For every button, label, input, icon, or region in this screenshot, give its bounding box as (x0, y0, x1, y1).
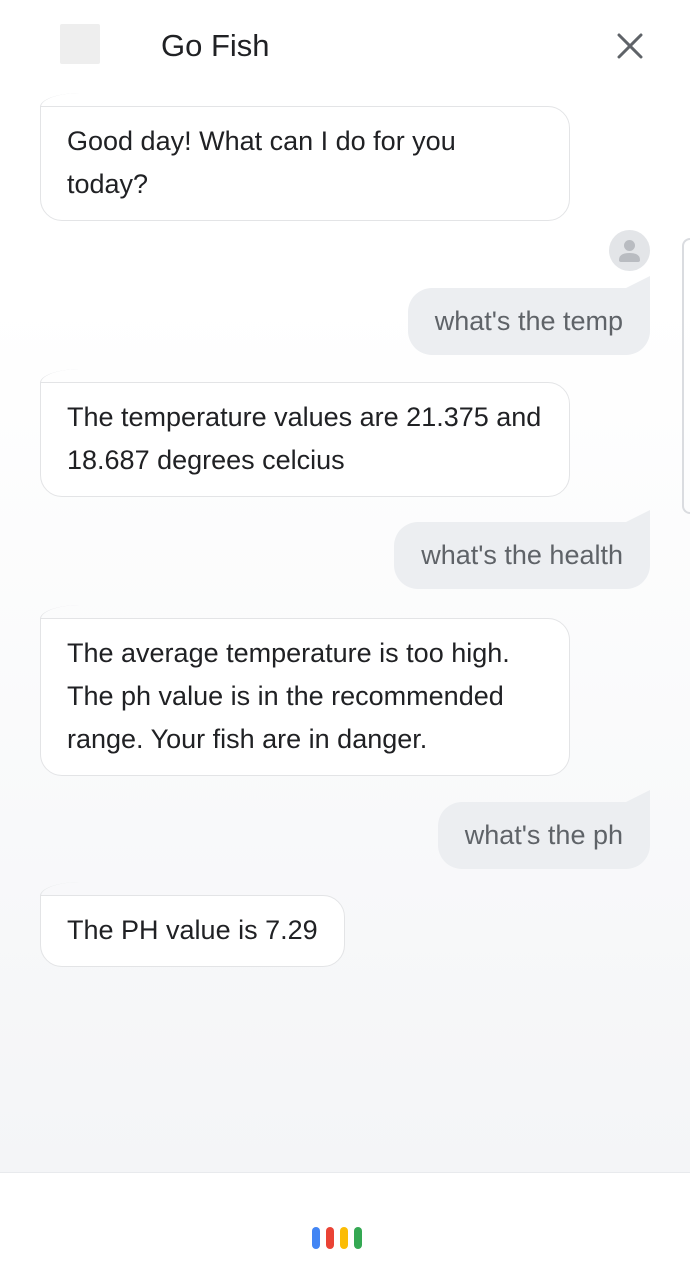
close-icon (617, 33, 643, 59)
user-avatar-icon (609, 230, 650, 271)
mic-dot-blue (312, 1227, 320, 1249)
close-button[interactable] (604, 20, 656, 72)
mic-dot-green (354, 1227, 362, 1249)
scrollbar[interactable] (682, 238, 690, 514)
app-title: Go Fish (161, 28, 270, 63)
bot-message: The temperature values are 21.375 and 18… (39, 369, 570, 497)
user-message: what's the temp (407, 276, 651, 355)
header-bar: Go Fish (0, 0, 690, 92)
footer-bar (0, 1172, 690, 1280)
user-message: what's the ph (437, 790, 651, 869)
bot-message: The average temperature is too high. The… (39, 605, 570, 776)
mic-dot-red (326, 1227, 334, 1249)
user-message: what's the health (394, 510, 650, 589)
mic-dot-yellow (340, 1227, 348, 1249)
conversation-area[interactable]: Good day! What can I do for you today? w… (0, 92, 690, 1172)
app-logo (60, 24, 100, 64)
bot-message: The PH value is 7.29 (39, 882, 345, 967)
bot-message: Good day! What can I do for you today? (39, 93, 570, 221)
